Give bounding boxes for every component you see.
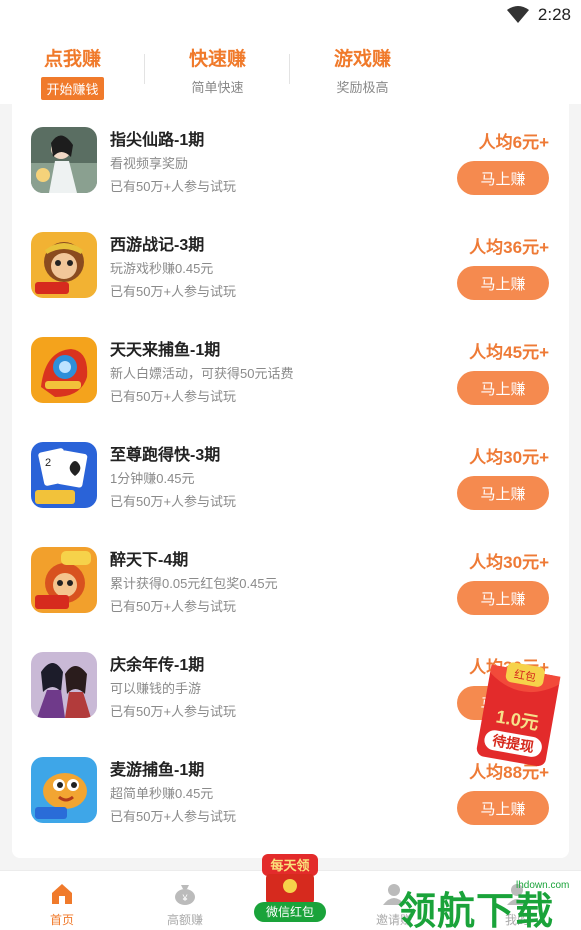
nav-high-earn[interactable]: ¥ 高额赚 (145, 871, 225, 930)
buyu-game-icon (31, 337, 97, 403)
tab-youxizhuan[interactable]: 游戏赚 奖励极高 (290, 34, 435, 97)
item-description: 看视频享奖励 (110, 156, 189, 171)
status-bar: 2:28 (0, 0, 581, 34)
red-packet-icon: 红包 1.0元 待提现 (476, 662, 561, 767)
item-title: 指尖仙路-1期 (110, 132, 205, 149)
item-description: 1分钟赚0.45元 (110, 471, 195, 486)
list-item[interactable]: 醉天下-4期 累计获得0.05元红包奖0.45元 已有50万+人参与试玩 人均3… (12, 524, 569, 629)
zuitianxia-game-icon (31, 547, 97, 613)
list-item[interactable]: 天天来捕鱼-1期 新人白嫖活动，可获得50元话费 已有50万+人参与试玩 人均4… (12, 314, 569, 419)
watermark-url: lhdown.com (516, 880, 570, 891)
item-description: 累计获得0.05元红包奖0.45元 (110, 576, 278, 591)
item-participants: 已有50万+人参与试玩 (110, 809, 237, 824)
list-item[interactable]: 2 至尊跑得快-3期 1分钟赚0.45元 已有50万+人参与试玩 人均30元+ … (12, 419, 569, 524)
tab-subtitle: 奖励极高 (336, 80, 389, 95)
earn-now-button[interactable]: 马上赚 (457, 791, 549, 825)
item-participants: 已有50万+人参与试玩 (110, 389, 237, 404)
money-bag-icon: ¥ (175, 885, 195, 905)
item-reward: 人均45元+ (469, 343, 549, 362)
home-icon (52, 884, 72, 904)
tab-kuaisuzhuan[interactable]: 快速赚 简单快速 (145, 34, 290, 97)
nav-home[interactable]: 首页 (22, 871, 102, 930)
svg-text:2: 2 (45, 457, 51, 469)
packet-bottom-label: 微信红包 (266, 904, 314, 919)
item-description: 可以赚钱的手游 (110, 681, 202, 696)
packet-top-label: 每天领 (270, 858, 309, 874)
item-title: 醉天下-4期 (110, 552, 189, 569)
item-title: 至尊跑得快-3期 (110, 447, 221, 464)
item-title: 庆余年传-1期 (110, 657, 205, 674)
item-title: 麦游捕鱼-1期 (110, 762, 205, 779)
status-time: 2:28 (537, 5, 571, 24)
nav-label: 高额赚 (166, 913, 203, 927)
tab-title: 快速赚 (188, 49, 246, 70)
nav-label: 首页 (49, 913, 74, 927)
watermark: 领航下载 lhdown.com (398, 880, 578, 930)
xianlu-game-icon (31, 127, 97, 193)
item-reward: 人均36元+ (469, 238, 549, 257)
red-packet-icon: 每天领 微信红包 (254, 854, 326, 922)
tab-dianwozhuan[interactable]: 点我赚 开始赚钱 (0, 34, 145, 100)
tab-title: 点我赚 (43, 49, 101, 70)
earn-now-button[interactable]: 马上赚 (457, 161, 549, 195)
item-title: 天天来捕鱼-1期 (110, 342, 221, 359)
tab-subtitle: 开始赚钱 (41, 77, 104, 100)
item-reward: 人均30元+ (469, 448, 549, 467)
poker-game-icon: 2 (31, 442, 97, 508)
item-participants: 已有50万+人参与试玩 (110, 704, 237, 719)
item-reward: 人均30元+ (469, 553, 549, 572)
item-participants: 已有50万+人参与试玩 (110, 599, 237, 614)
xiyou-game-icon (31, 232, 97, 298)
floating-red-packet[interactable]: 红包 1.0元 待提现 (475, 660, 561, 772)
wifi-icon (507, 6, 529, 23)
item-participants: 已有50万+人参与试玩 (110, 284, 237, 299)
item-description: 玩游戏秒赚0.45元 (110, 261, 214, 276)
item-title: 西游战记-3期 (110, 237, 205, 254)
maiyou-game-icon (31, 757, 97, 823)
qingyunian-game-icon (31, 652, 97, 718)
earn-now-button[interactable]: 马上赚 (457, 581, 549, 615)
item-participants: 已有50万+人参与试玩 (110, 494, 237, 509)
tab-subtitle: 简单快速 (191, 80, 244, 95)
earn-now-button[interactable]: 马上赚 (457, 371, 549, 405)
svg-text:¥: ¥ (181, 893, 188, 903)
item-reward: 人均6元+ (478, 133, 549, 152)
list-item[interactable]: 指尖仙路-1期 看视频享奖励 已有50万+人参与试玩 人均6元+ 马上赚 (12, 104, 569, 209)
earn-now-button[interactable]: 马上赚 (457, 266, 549, 300)
earn-now-button[interactable]: 马上赚 (457, 476, 549, 510)
wechat-red-packet-button[interactable]: 每天领 微信红包 (248, 852, 332, 924)
item-participants: 已有50万+人参与试玩 (110, 179, 237, 194)
list-item[interactable]: 西游战记-3期 玩游戏秒赚0.45元 已有50万+人参与试玩 人均36元+ 马上… (12, 209, 569, 314)
item-description: 新人白嫖活动，可获得50元话费 (110, 366, 294, 381)
item-description: 超简单秒赚0.45元 (110, 786, 214, 801)
tab-title: 游戏赚 (333, 49, 391, 70)
top-tab-bar: 点我赚 开始赚钱 快速赚 简单快速 游戏赚 奖励极高 (0, 34, 581, 104)
